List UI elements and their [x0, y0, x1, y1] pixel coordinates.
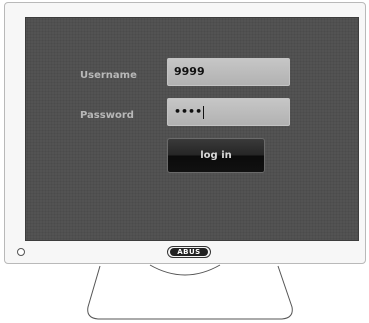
brand-logo-text: ABUS [170, 248, 208, 256]
password-field[interactable]: •••• [167, 98, 290, 126]
power-indicator-icon [17, 248, 25, 256]
password-value: •••• [174, 105, 203, 118]
username-label: Username [80, 70, 137, 81]
monitor-frame: Username 9999 Password •••• log in ABUS [4, 2, 366, 264]
username-field[interactable]: 9999 [167, 58, 290, 86]
username-value: 9999 [174, 65, 205, 78]
brand-logo: ABUS [167, 246, 211, 258]
login-button[interactable]: log in [167, 138, 265, 173]
login-screen: Username 9999 Password •••• log in [25, 17, 359, 241]
password-label: Password [80, 110, 134, 121]
text-caret [203, 105, 205, 119]
